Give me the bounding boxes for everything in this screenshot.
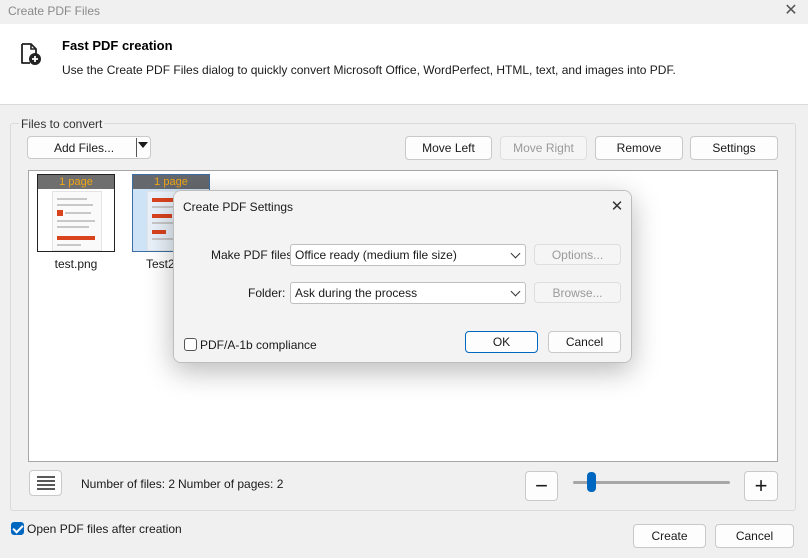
make-pdf-label: Make PDF files: xyxy=(211,248,296,262)
header-title: Fast PDF creation xyxy=(62,38,173,53)
add-files-label: Add Files... xyxy=(54,140,115,155)
open-after-label: Open PDF files after creation xyxy=(27,522,182,536)
options-button[interactable]: Options... xyxy=(534,244,621,265)
page-preview-icon xyxy=(52,191,102,251)
zoom-slider-handle[interactable] xyxy=(587,472,597,492)
add-files-button[interactable]: Add Files... xyxy=(27,136,151,159)
files-group-label: Files to convert xyxy=(19,117,105,131)
pdfa-label: PDF/A-1b compliance xyxy=(200,338,317,352)
list-view-button[interactable] xyxy=(29,470,62,496)
folder-label: Folder: xyxy=(248,286,286,300)
remove-button[interactable]: Remove xyxy=(595,136,683,160)
page-count: Number of pages: 2 xyxy=(178,477,284,491)
chevron-down-icon xyxy=(510,248,521,259)
pdfa-checkbox[interactable] xyxy=(184,338,197,351)
make-pdf-value: Office ready (medium file size) xyxy=(295,248,457,262)
ok-button[interactable]: OK xyxy=(465,331,538,353)
zoom-in-button[interactable]: + xyxy=(744,471,778,501)
zoom-slider-track[interactable] xyxy=(573,481,730,484)
create-button[interactable]: Create xyxy=(633,524,706,548)
file-name: test.png xyxy=(54,257,98,271)
dialog-title: Create PDF Settings xyxy=(183,200,294,214)
settings-button[interactable]: Settings xyxy=(690,136,778,160)
close-icon[interactable]: ✕ xyxy=(607,197,627,217)
page-count-badge: 1 page xyxy=(38,175,114,189)
close-icon[interactable]: ✕ xyxy=(781,1,801,21)
plus-icon: + xyxy=(754,473,768,498)
chevron-down-icon xyxy=(510,286,521,297)
title-bar xyxy=(0,0,808,24)
open-after-checkbox[interactable] xyxy=(11,522,24,535)
dialog-cancel-button[interactable]: Cancel xyxy=(548,331,621,353)
header-panel: Fast PDF creation Use the Create PDF Fil… xyxy=(0,24,808,105)
cancel-button[interactable]: Cancel xyxy=(715,524,794,548)
document-add-icon xyxy=(21,43,41,65)
minus-icon: − xyxy=(535,473,548,498)
folder-select[interactable]: Ask during the process xyxy=(290,282,526,304)
make-pdf-select[interactable]: Office ready (medium file size) xyxy=(290,244,526,266)
add-files-split-divider xyxy=(136,138,137,157)
list-icon xyxy=(36,476,55,490)
folder-value: Ask during the process xyxy=(295,286,418,300)
move-left-button[interactable]: Move Left xyxy=(405,136,492,160)
move-right-button[interactable]: Move Right xyxy=(500,136,587,160)
window-title: Create PDF Files xyxy=(8,4,101,18)
header-description: Use the Create PDF Files dialog to quick… xyxy=(62,63,676,77)
page-count-badge: 1 page xyxy=(133,175,209,189)
settings-dialog: Create PDF Settings ✕ Make PDF files: Of… xyxy=(173,190,632,363)
zoom-out-button[interactable]: − xyxy=(525,471,558,501)
file-thumbnail[interactable]: 1 page xyxy=(37,174,115,252)
file-count: Number of files: 2 xyxy=(81,477,176,491)
browse-button[interactable]: Browse... xyxy=(534,282,621,303)
chevron-down-icon[interactable] xyxy=(138,142,148,148)
